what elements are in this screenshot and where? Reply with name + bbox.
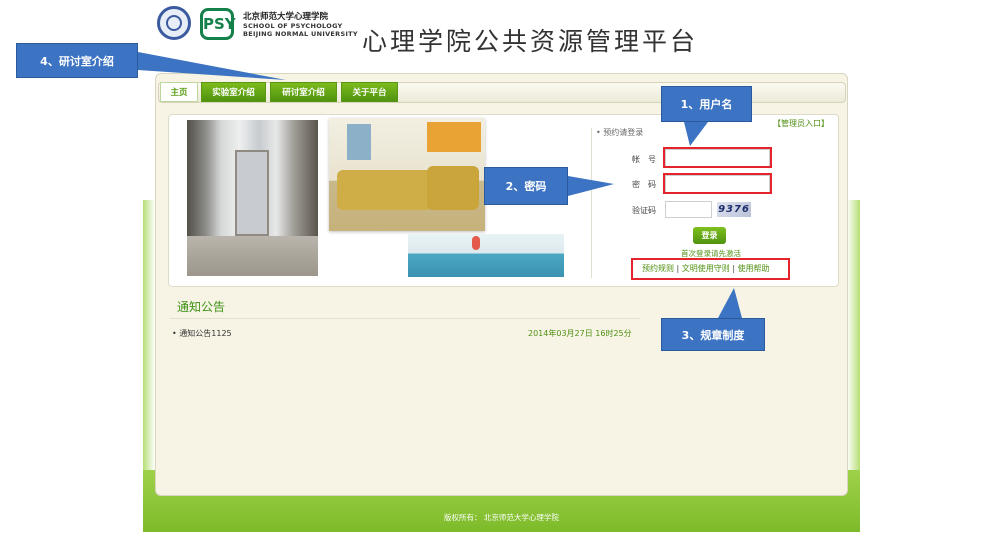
page-title: 心理学院公共资源管理平台	[362, 27, 699, 56]
side-fade-left	[143, 200, 155, 470]
tab-seminar-room-intro[interactable]: 研讨室介绍	[270, 82, 337, 102]
login-button[interactable]: 登录	[693, 227, 726, 244]
admin-entry-link[interactable]: 【管理员入口】	[773, 118, 829, 129]
school-name-en-line1: SCHOOL OF PSYCHOLOGY	[243, 22, 343, 30]
notice-item-date: 2014年03月27日 16时25分	[528, 329, 632, 338]
school-name-cn: 北京师范大学心理学院	[243, 12, 329, 22]
callout-username: 1、用户名	[661, 86, 752, 122]
password-label: 密码	[632, 180, 664, 189]
sofa-photo	[408, 234, 564, 277]
notice-divider	[170, 318, 640, 319]
footer-copyright: 版权所有： 北京师范大学心理学院	[444, 513, 559, 522]
tab-about-platform[interactable]: 关于平台	[341, 82, 398, 102]
callout-rules: 3、规章制度	[661, 318, 765, 351]
lounge-photo	[329, 118, 485, 231]
corridor-photo	[187, 120, 318, 276]
tab-lab-intro[interactable]: 实验室介绍	[201, 82, 266, 102]
bnu-seal-logo	[157, 6, 191, 40]
captcha-input[interactable]	[665, 201, 712, 218]
callout-seminar-intro: 4、研讨室介绍	[16, 43, 138, 78]
username-highlight-box	[663, 147, 772, 168]
captcha-label: 验证码	[632, 206, 656, 215]
side-fade-right	[847, 200, 860, 470]
psy-logo: PSY	[200, 8, 236, 40]
school-name-en-line2: BEIJING NORMAL UNIVERSITY	[243, 30, 358, 38]
captcha-image[interactable]: 9376	[717, 202, 751, 217]
tab-home[interactable]: 主页	[160, 82, 198, 102]
account-label: 帐号	[632, 155, 664, 164]
callout-password: 2、密码	[484, 167, 568, 205]
login-hint: • 预约请登录	[596, 128, 644, 137]
password-highlight-box	[663, 173, 772, 194]
notice-item-link[interactable]: • 通知公告1125	[172, 328, 232, 339]
vertical-divider	[591, 128, 592, 278]
notice-section-title: 通知公告	[177, 300, 226, 314]
rules-highlight-box	[631, 258, 790, 280]
